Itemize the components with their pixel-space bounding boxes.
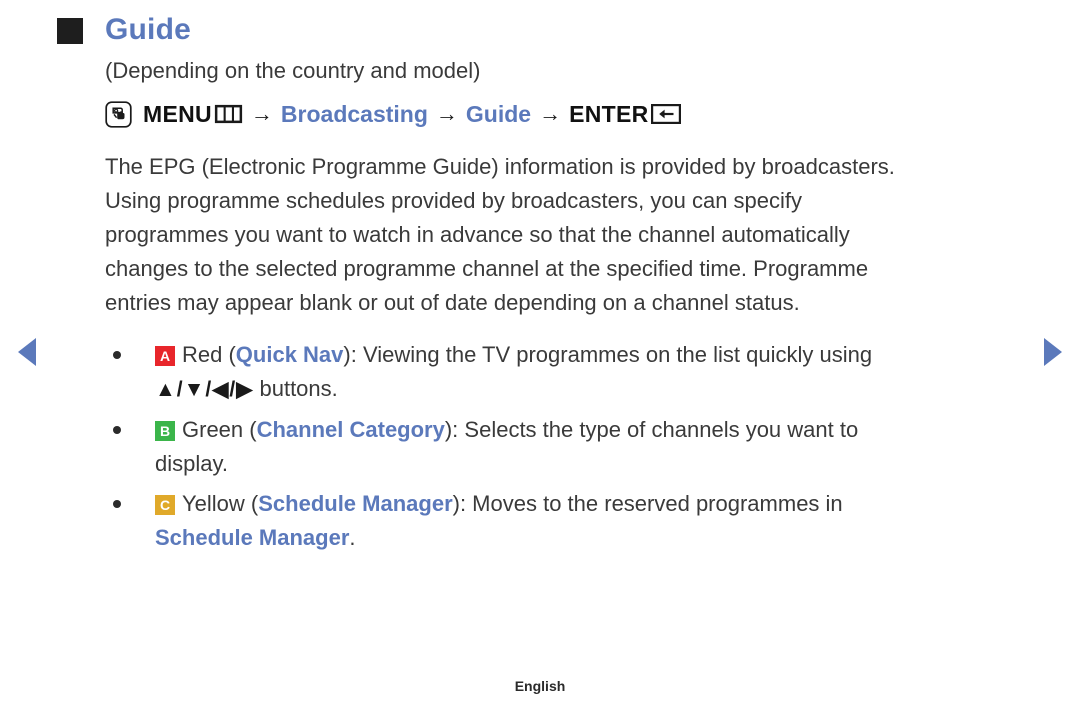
list-item-line-2: display. — [155, 451, 228, 476]
menu-path-item-broadcasting[interactable]: Broadcasting — [281, 100, 428, 128]
body-line: The EPG (Electronic Programme Guide) inf… — [105, 154, 895, 179]
bullet-dot-icon — [113, 426, 121, 434]
red-button-badge: A — [155, 346, 175, 366]
page-title: Guide — [105, 13, 192, 46]
black-square-bullet-icon — [57, 18, 83, 44]
page-subtitle: (Depending on the country and model) — [105, 58, 481, 83]
list-item-text-pre: Yellow ( — [182, 491, 259, 516]
list-item: C Yellow (Schedule Manager): Moves to the… — [105, 487, 1025, 555]
list-item-body: B Green (Channel Category): Selects the t… — [155, 413, 858, 481]
list-item-body: C Yellow (Schedule Manager): Moves to the… — [155, 487, 843, 555]
green-button-badge: B — [155, 421, 175, 441]
list-item-text-post: ): Selects the type of channels you want… — [444, 417, 859, 442]
content-column: Guide (Depending on the country and mode… — [105, 10, 1025, 561]
menu-bars-key-icon — [214, 104, 243, 124]
prev-page-arrow[interactable] — [18, 338, 36, 366]
next-page-arrow[interactable] — [1044, 338, 1062, 366]
enter-return-key-icon — [650, 104, 681, 124]
list-item-line-1: A Red (Quick Nav): Viewing the TV program… — [155, 338, 872, 372]
list-item-highlight[interactable]: Quick Nav — [236, 342, 344, 367]
body-line: Using programme schedules provided by br… — [105, 188, 803, 213]
list-item: A Red (Quick Nav): Viewing the TV program… — [105, 338, 1025, 407]
list-item-body: A Red (Quick Nav): Viewing the TV program… — [155, 338, 872, 407]
list-item: B Green (Channel Category): Selects the t… — [105, 413, 1025, 481]
bullet-dot-icon — [113, 351, 121, 359]
hand-press-menu-icon — [105, 100, 132, 128]
list-item-text-post-2: buttons. — [253, 376, 338, 401]
menu-path-item-menu[interactable]: MENU — [143, 100, 212, 128]
list-item-highlight-2[interactable]: Schedule Manager — [155, 525, 349, 550]
list-item-highlight[interactable]: Channel Category — [257, 417, 445, 442]
path-separator-3: → — [539, 101, 562, 126]
body-line: entries may appear blank or out of date … — [105, 290, 800, 315]
list-item-highlight[interactable]: Schedule Manager — [258, 491, 452, 516]
path-separator-1: → — [250, 101, 273, 126]
body-line: changes to the selected programme channe… — [105, 256, 869, 281]
manual-page: Guide (Depending on the country and mode… — [0, 0, 1080, 705]
color-button-list: A Red (Quick Nav): Viewing the TV program… — [105, 338, 1025, 555]
body-paragraph: The EPG (Electronic Programme Guide) inf… — [105, 150, 1020, 320]
list-item-text-post: ): Moves to the reserved programmes in — [452, 491, 843, 516]
bullet-dot-icon — [113, 500, 121, 508]
menu-path-item-enter[interactable]: ENTER — [569, 100, 648, 128]
footer-language: English — [514, 678, 566, 694]
list-item-line-1: B Green (Channel Category): Selects the t… — [155, 413, 858, 447]
list-item-text-pre: Green ( — [182, 417, 257, 442]
list-item-line-1: C Yellow (Schedule Manager): Moves to the… — [155, 487, 843, 521]
list-item-line-2: Schedule Manager. — [155, 521, 843, 555]
list-item-text-pre: Red ( — [182, 342, 236, 367]
body-line: programmes you want to watch in advance … — [105, 222, 850, 247]
list-item-text-post: ): Viewing the TV programmes on the list… — [343, 342, 873, 367]
yellow-button-badge: C — [155, 495, 175, 515]
menu-path-item-guide[interactable]: Guide — [466, 100, 531, 128]
list-item-text-post-2: . — [349, 525, 356, 550]
list-item-line-2: ▲/▼/◀/▶ buttons. — [155, 372, 872, 407]
path-separator-2: → — [435, 101, 458, 126]
direction-buttons-icon: ▲/▼/◀/▶ — [155, 378, 254, 401]
menu-path-breadcrumb: MENU → Broadcasting → Guide → ENTER — [105, 100, 1025, 128]
